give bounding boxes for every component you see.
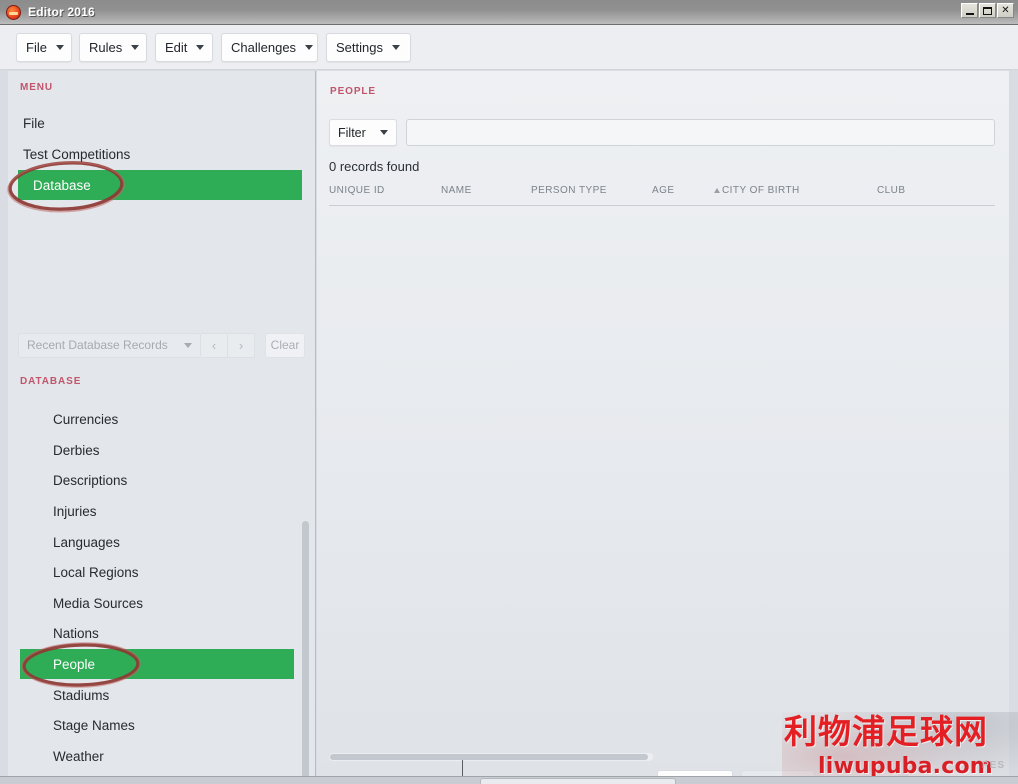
recent-prev-button[interactable]: ‹ bbox=[201, 332, 228, 358]
column-label: CITY OF BIRTH bbox=[722, 185, 800, 196]
sidebar-item-nations[interactable]: Nations bbox=[8, 618, 315, 648]
sidebar-item-label: Stadiums bbox=[53, 687, 110, 703]
column-label: AGE bbox=[652, 185, 675, 196]
window-title: Editor 2016 bbox=[28, 5, 95, 19]
sidebar-item-currencies[interactable]: Currencies bbox=[8, 404, 315, 434]
chevron-down-icon bbox=[184, 342, 192, 348]
recent-records-bar: Recent Database Records ‹ › Clear bbox=[18, 332, 308, 358]
sidebar-item-stage-names[interactable]: Stage Names bbox=[8, 710, 315, 740]
column-header-unique-id[interactable]: UNIQUE ID bbox=[329, 185, 385, 196]
watermark-pes-text: PES bbox=[982, 760, 1006, 771]
menu-file[interactable]: File bbox=[16, 33, 72, 62]
column-label: NAME bbox=[441, 185, 472, 196]
left-sidebar: MENU File Test Competitions Database Rec… bbox=[8, 71, 316, 776]
table-header-row: UNIQUE ID NAME PERSON TYPE AGE CITY OF B… bbox=[329, 185, 995, 206]
menu-settings[interactable]: Settings bbox=[326, 33, 411, 62]
sidebar-item-label: Local Regions bbox=[53, 564, 139, 580]
sidebar-item-label: Nations bbox=[53, 625, 99, 641]
sidebar-item-derbies[interactable]: Derbies bbox=[8, 435, 315, 465]
sidebar-item-media-sources[interactable]: Media Sources bbox=[8, 588, 315, 618]
column-header-club[interactable]: CLUB bbox=[877, 185, 905, 196]
sort-ascending-icon bbox=[714, 187, 720, 193]
sidebar-item-database[interactable]: Database bbox=[18, 170, 302, 200]
filter-row: Filter bbox=[329, 119, 995, 146]
filter-button[interactable]: Filter bbox=[329, 119, 397, 146]
watermark-chinese-text: 利物浦足球网 bbox=[784, 712, 988, 751]
sidebar-item-label: People bbox=[53, 656, 96, 672]
column-label: CLUB bbox=[877, 185, 906, 196]
menu-edit-label: Edit bbox=[165, 40, 188, 55]
minimize-icon[interactable] bbox=[961, 3, 978, 18]
menu-rules[interactable]: Rules bbox=[79, 33, 147, 62]
sidebar-item-file[interactable]: File bbox=[8, 108, 315, 138]
sidebar-item-label: Test Competitions bbox=[23, 146, 131, 162]
watermark: 利物浦足球网 liwupuba.com PES bbox=[782, 712, 1018, 784]
sidebar-menu-heading: MENU bbox=[20, 82, 54, 93]
sidebar-item-injuries[interactable]: Injuries bbox=[8, 496, 315, 526]
menu-challenges-label: Challenges bbox=[231, 40, 297, 55]
menu-edit[interactable]: Edit bbox=[155, 33, 213, 62]
sidebar-item-label: Derbies bbox=[53, 442, 100, 458]
application-window: Editor 2016 ✕ File Rules Edit Challenges… bbox=[0, 0, 1018, 784]
sidebar-item-people[interactable]: People bbox=[20, 649, 294, 679]
recent-clear-button[interactable]: Clear bbox=[265, 332, 305, 358]
chevron-down-icon bbox=[55, 45, 64, 50]
sidebar-scrollbar-thumb[interactable] bbox=[302, 521, 309, 776]
maximize-icon[interactable] bbox=[979, 3, 996, 18]
menu-challenges[interactable]: Challenges bbox=[221, 33, 318, 62]
recent-records-value: Recent Database Records bbox=[27, 338, 168, 352]
table-body bbox=[329, 207, 995, 747]
sidebar-item-stadiums[interactable]: Stadiums bbox=[8, 680, 315, 710]
sidebar-item-label: Descriptions bbox=[53, 472, 128, 488]
chevron-down-icon bbox=[380, 130, 388, 135]
menu-settings-label: Settings bbox=[336, 40, 383, 55]
bottom-partial-control[interactable] bbox=[480, 778, 676, 784]
records-count-label: 0 records found bbox=[329, 159, 420, 174]
panel-heading: PEOPLE bbox=[330, 86, 376, 97]
column-label: UNIQUE ID bbox=[329, 185, 385, 196]
sidebar-item-label: File bbox=[23, 115, 45, 131]
window-controls: ✕ bbox=[961, 3, 1014, 18]
sidebar-item-label: Stage Names bbox=[53, 717, 135, 733]
app-ball-icon bbox=[6, 4, 21, 20]
sidebar-item-label: Weather bbox=[53, 748, 104, 764]
sidebar-item-label: Injuries bbox=[53, 503, 97, 519]
table-hscrollbar-thumb[interactable] bbox=[330, 754, 648, 760]
sidebar-item-descriptions[interactable]: Descriptions bbox=[8, 465, 315, 495]
chevron-down-icon bbox=[391, 45, 400, 50]
sidebar-item-weather[interactable]: Weather bbox=[8, 741, 315, 771]
sidebar-item-local-regions[interactable]: Local Regions bbox=[8, 557, 315, 587]
column-label: PERSON TYPE bbox=[531, 185, 607, 196]
menu-file-label: File bbox=[26, 40, 47, 55]
column-header-age[interactable]: AGE bbox=[652, 185, 674, 196]
recent-next-button[interactable]: › bbox=[228, 332, 255, 358]
column-header-city-of-birth[interactable]: CITY OF BIRTH bbox=[714, 185, 800, 196]
column-header-name[interactable]: NAME bbox=[441, 185, 472, 196]
sidebar-item-label: Database bbox=[33, 177, 91, 193]
menu-rules-label: Rules bbox=[89, 40, 123, 55]
filter-search-input[interactable] bbox=[406, 119, 995, 146]
title-bar: Editor 2016 ✕ bbox=[0, 0, 1018, 25]
sidebar-database-heading: DATABASE bbox=[20, 376, 82, 387]
chevron-down-icon bbox=[131, 45, 140, 50]
text-caret-marker bbox=[462, 760, 463, 776]
filter-button-label: Filter bbox=[338, 125, 366, 140]
content-panel: PEOPLE Filter 0 records found UNIQUE ID … bbox=[317, 71, 1009, 776]
sidebar-item-label: Currencies bbox=[53, 411, 119, 427]
recent-records-select[interactable]: Recent Database Records bbox=[18, 332, 201, 358]
sidebar-item-label: Languages bbox=[53, 534, 120, 550]
sidebar-item-label: Media Sources bbox=[53, 595, 144, 611]
close-icon[interactable]: ✕ bbox=[997, 3, 1014, 18]
column-header-person-type[interactable]: PERSON TYPE bbox=[531, 185, 607, 196]
chevron-down-icon bbox=[196, 45, 205, 50]
menu-bar: File Rules Edit Challenges Settings bbox=[0, 25, 1018, 70]
sidebar-item-languages[interactable]: Languages bbox=[8, 527, 315, 557]
sidebar-item-test-competitions[interactable]: Test Competitions bbox=[8, 139, 315, 169]
chevron-down-icon bbox=[305, 45, 314, 50]
